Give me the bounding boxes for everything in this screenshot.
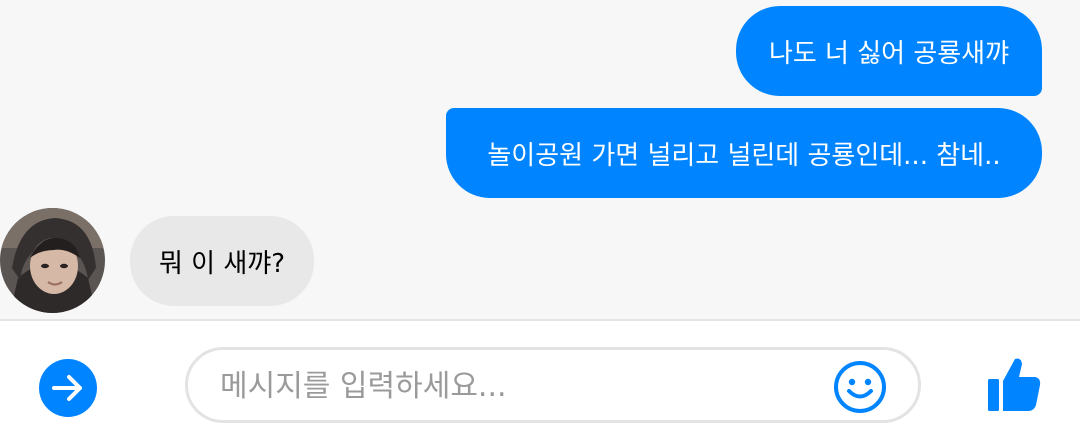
- message-text: 나도 너 싫어 공룡새꺄: [768, 38, 1010, 69]
- smiley-icon: [834, 361, 886, 413]
- message-input-container[interactable]: [185, 347, 921, 423]
- thumbs-up-icon: [988, 358, 1041, 411]
- outgoing-message-bubble[interactable]: 놀이공원 가면 널리고 널린데 공룡인데... 참네..: [446, 108, 1042, 198]
- message-composer: [0, 321, 1080, 448]
- message-input[interactable]: [218, 358, 822, 414]
- chat-screen: 나도 너 싫어 공룡새꺄 놀이공원 가면 널리고 널린데 공룡인데... 참네.…: [0, 0, 1080, 448]
- incoming-message-bubble[interactable]: 뭐 이 새꺄?: [130, 216, 314, 306]
- message-text: 놀이공원 가면 널리고 널린데 공룡인데... 참네..: [487, 140, 1001, 171]
- message-text: 뭐 이 새꺄?: [158, 248, 285, 279]
- avatar-photo: [0, 208, 105, 313]
- outgoing-message-bubble[interactable]: 나도 너 싫어 공룡새꺄: [736, 6, 1042, 96]
- emoji-button[interactable]: [832, 359, 888, 415]
- message-list[interactable]: 나도 너 싫어 공룡새꺄 놀이공원 가면 널리고 널린데 공룡인데... 참네.…: [0, 0, 1080, 320]
- like-button[interactable]: [986, 355, 1042, 415]
- arrow-right-icon: [52, 375, 82, 401]
- avatar[interactable]: [0, 208, 105, 313]
- send-button[interactable]: [39, 359, 97, 417]
